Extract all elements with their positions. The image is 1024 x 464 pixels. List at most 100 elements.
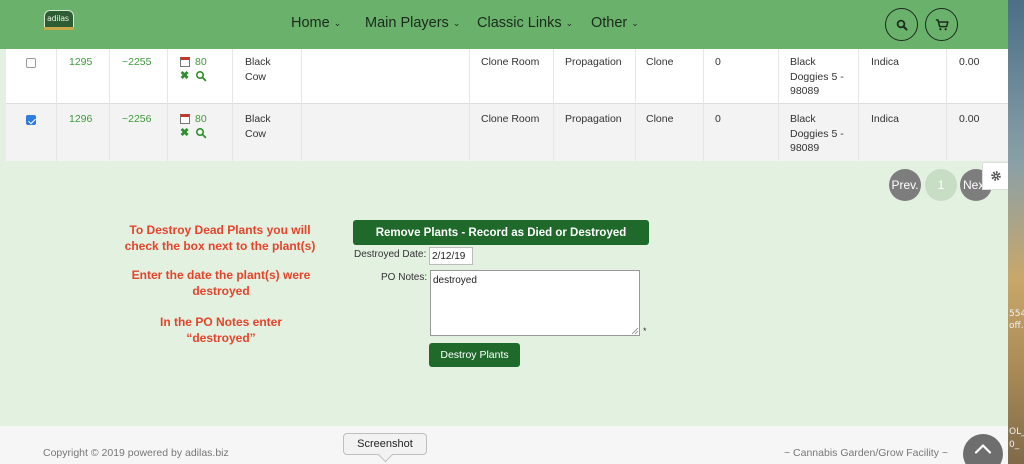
row-select-checkbox[interactable] <box>26 115 36 125</box>
logo-underline <box>44 27 74 30</box>
cost-cell: 0.00 <box>959 56 980 68</box>
plant-name-line: Black <box>245 113 271 125</box>
po-notes-label: PO Notes: <box>381 272 428 283</box>
nav-other-label: Other <box>591 15 628 31</box>
search-button[interactable] <box>885 8 918 41</box>
cost-cell: 0.00 <box>959 113 980 125</box>
cart-icon <box>935 18 949 30</box>
pagination-page-1[interactable]: 1 <box>925 169 957 201</box>
column-divider <box>232 49 233 161</box>
logo-text: adilas <box>47 14 69 23</box>
column-divider <box>469 49 470 161</box>
facility-text: ~ Cannabis Garden/Grow Facility ~ <box>784 447 948 459</box>
destroyed-date-label: Destroyed Date: <box>354 249 427 260</box>
column-divider <box>946 49 947 161</box>
top-navbar: adilas Home ⌄ Main Players ⌄ Classic Links… <box>0 0 1008 49</box>
chevron-down-icon: ⌄ <box>333 17 342 28</box>
variety-cell: Indica <box>871 113 900 125</box>
plant-name-line: Cow <box>245 70 267 83</box>
instruction-line: Enter the date the plant(s) were <box>131 268 311 282</box>
chevron-down-icon: ⌄ <box>565 17 574 28</box>
column-divider <box>109 49 110 161</box>
settings-tab[interactable] <box>982 162 1008 190</box>
column-divider <box>778 49 779 161</box>
magnifier-icon[interactable] <box>195 127 207 139</box>
pagination-prev-button[interactable]: Prev. <box>889 169 921 201</box>
page-footer: Copyright © 2019 powered by adilas.biz ~… <box>0 426 1008 464</box>
destroy-plants-button[interactable]: Destroy Plants <box>429 343 520 367</box>
plant-name-line: Cow <box>245 127 267 140</box>
remove-x-icon[interactable]: ✖ <box>180 71 189 82</box>
gear-icon <box>990 171 1001 181</box>
instruction-line: In the PO Notes enter <box>159 315 283 329</box>
plant-tag-link[interactable]: ~2256 <box>122 112 152 127</box>
strain-line: 98089 <box>790 85 820 97</box>
cart-button[interactable] <box>925 8 958 41</box>
type-cell: Clone <box>646 113 674 125</box>
browser-page: adilas Home ⌄ Main Players ⌄ Classic Links… <box>0 0 1008 464</box>
column-divider <box>553 49 554 161</box>
nav-home-label: Home <box>291 15 330 31</box>
nav-other[interactable]: Other ⌄ <box>591 15 639 31</box>
chevron-up-icon <box>974 444 992 454</box>
qty-cell: 0 <box>715 56 721 68</box>
plant-name: Black Cow <box>245 112 271 141</box>
strain-line: Black <box>790 113 816 125</box>
column-divider <box>301 49 302 161</box>
type-cell: Clone <box>646 56 674 68</box>
calendar-icon[interactable] <box>180 57 190 67</box>
plant-count-link[interactable]: 80 <box>195 55 207 70</box>
desktop-file-label: OL_ <box>1009 427 1024 437</box>
destroyed-date-input[interactable] <box>429 247 473 265</box>
column-divider <box>167 49 168 161</box>
strain-line: Black <box>790 56 816 68</box>
column-divider <box>56 49 57 161</box>
plant-id-link[interactable]: 1295 <box>69 55 92 70</box>
screenshot-tooltip: Screenshot <box>343 433 427 455</box>
nav-main-players[interactable]: Main Players ⌄ <box>365 15 460 31</box>
po-notes-textarea[interactable]: destroyed <box>430 270 640 336</box>
calendar-icon[interactable] <box>180 114 190 124</box>
stage-cell: Propagation <box>565 113 622 125</box>
strain-cell: Black Doggies 5 - 98089 <box>790 112 844 156</box>
plant-name: Black Cow <box>245 55 271 84</box>
plant-id-link[interactable]: 1296 <box>69 112 92 127</box>
search-icon <box>896 19 907 30</box>
instruction-line: To Destroy Dead Plants you will <box>129 223 311 237</box>
instruction-step-1: To Destroy Dead Plants you will check th… <box>90 222 350 254</box>
plant-tag-link[interactable]: ~2255 <box>122 55 152 70</box>
room-cell: Clone Room <box>481 113 540 125</box>
nav-classic-links-label: Classic Links <box>477 15 562 31</box>
qty-cell: 0 <box>715 113 721 125</box>
desktop-background <box>1008 0 1024 464</box>
strain-line: Doggies 5 - <box>790 70 844 83</box>
instruction-line: “destroyed” <box>186 331 256 345</box>
magnifier-icon[interactable] <box>195 70 207 82</box>
remove-plants-title: Remove Plants - Record as Died or Destro… <box>353 220 649 245</box>
strain-line: Doggies 5 - <box>790 127 844 140</box>
instruction-line: check the box next to the plant(s) <box>124 239 316 253</box>
room-cell: Clone Room <box>481 56 540 68</box>
nav-home[interactable]: Home ⌄ <box>291 15 341 31</box>
desktop-file-label: 554 <box>1009 309 1024 319</box>
required-marker: * <box>643 326 647 336</box>
instruction-line: destroyed <box>192 284 250 298</box>
chevron-down-icon: ⌄ <box>452 17 461 28</box>
desktop-file-label: off.p <box>1009 321 1024 331</box>
nav-classic-links[interactable]: Classic Links ⌄ <box>477 15 573 31</box>
column-divider <box>635 49 636 161</box>
plant-table: 1295 ~2255 80 ✖ Black Cow Clone Room Prop… <box>6 49 1008 161</box>
row-select-checkbox[interactable] <box>26 58 36 68</box>
plant-name-line: Black <box>245 56 271 68</box>
instruction-step-3: In the PO Notes enter “destroyed” <box>91 314 351 346</box>
resize-grip-icon[interactable] <box>631 327 639 335</box>
variety-cell: Indica <box>871 56 900 68</box>
remove-x-icon[interactable]: ✖ <box>180 128 189 139</box>
column-divider <box>703 49 704 161</box>
strain-cell: Black Doggies 5 - 98089 <box>790 55 844 99</box>
strain-line: 98089 <box>790 142 820 154</box>
plant-count-link[interactable]: 80 <box>195 112 207 127</box>
instruction-step-2: Enter the date the plant(s) were destroy… <box>91 267 351 299</box>
desktop-file-label: 0_ <box>1009 440 1020 450</box>
nav-main-players-label: Main Players <box>365 15 449 31</box>
